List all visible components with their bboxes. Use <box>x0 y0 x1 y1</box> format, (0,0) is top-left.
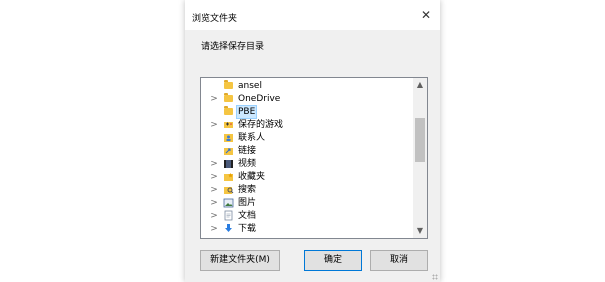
favorites-icon <box>223 171 234 182</box>
documents-icon <box>223 210 234 221</box>
contacts-icon <box>223 132 234 143</box>
folder-icon <box>223 80 234 91</box>
title-bar: 浏览文件夹 ✕ <box>185 0 440 30</box>
scroll-thumb[interactable] <box>415 118 425 162</box>
tree-item-label: 联系人 <box>238 132 266 143</box>
folder-icon <box>223 106 234 117</box>
scroll-down-icon[interactable]: ▼ <box>413 224 427 238</box>
expander-icon[interactable]: > <box>209 94 219 104</box>
tree-item-saved-games[interactable]: > 保存的游戏 <box>201 118 413 131</box>
tree-item-downloads[interactable]: > 下载 <box>201 222 413 235</box>
downloads-icon <box>223 223 234 234</box>
tree-item-documents[interactable]: > 文档 <box>201 209 413 222</box>
tree-item-contacts[interactable]: 联系人 <box>201 131 413 144</box>
resize-grip-icon[interactable] <box>432 274 438 280</box>
tree-item-label: 图片 <box>238 197 257 208</box>
browse-folder-dialog: 浏览文件夹 ✕ 请选择保存目录 ansel > OneDrive PBE > 保… <box>185 0 440 282</box>
videos-icon <box>223 158 234 169</box>
tree-item-label: 下载 <box>238 223 257 234</box>
scroll-up-icon[interactable]: ▲ <box>413 78 427 92</box>
expander-icon[interactable]: > <box>209 198 219 208</box>
tree-item-label: OneDrive <box>238 93 281 104</box>
tree-item-label: 保存的游戏 <box>238 119 284 130</box>
tree-item-search[interactable]: > 搜索 <box>201 183 413 196</box>
vertical-scrollbar[interactable]: ▲ ▼ <box>413 78 427 238</box>
expander-icon[interactable]: > <box>209 120 219 130</box>
expander-icon[interactable]: > <box>209 172 219 182</box>
dialog-title: 浏览文件夹 <box>192 14 238 24</box>
expander-icon[interactable]: > <box>209 159 219 169</box>
tree-item-pictures[interactable]: > 图片 <box>201 196 413 209</box>
tree-item-videos[interactable]: > 视频 <box>201 157 413 170</box>
tree-item-links[interactable]: 链接 <box>201 144 413 157</box>
close-icon[interactable]: ✕ <box>412 4 440 26</box>
tree-item-label: 视频 <box>238 158 257 169</box>
prompt-text: 请选择保存目录 <box>201 42 265 52</box>
expander-icon[interactable]: > <box>209 185 219 195</box>
tree-item-label: 搜索 <box>238 184 257 195</box>
pictures-icon <box>223 197 234 208</box>
tree-item-label: 文档 <box>238 210 257 221</box>
tree-item-onedrive[interactable]: > OneDrive <box>201 92 413 105</box>
expander-icon[interactable]: > <box>209 224 219 234</box>
tree-item-favorites[interactable]: > 收藏夹 <box>201 170 413 183</box>
search-folder-icon <box>223 184 234 195</box>
expander-icon[interactable]: > <box>209 211 219 221</box>
tree-item-label: 收藏夹 <box>238 171 266 182</box>
folder-tree[interactable]: ansel > OneDrive PBE > 保存的游戏 联系人 链接 > 视频… <box>200 77 428 239</box>
saved-games-icon <box>223 119 234 130</box>
tree-item-label: 链接 <box>238 145 257 156</box>
links-icon <box>223 145 234 156</box>
cancel-button[interactable]: 取消 <box>370 250 428 271</box>
new-folder-button[interactable]: 新建文件夹(M) <box>200 250 280 271</box>
tree-item-label: ansel <box>238 80 262 91</box>
tree-item-pbe[interactable]: PBE <box>201 104 413 119</box>
ok-button[interactable]: 确定 <box>304 250 362 271</box>
tree-item-label: PBE <box>235 104 258 119</box>
tree-item-ansel[interactable]: ansel <box>201 79 413 92</box>
folder-icon <box>223 93 234 104</box>
